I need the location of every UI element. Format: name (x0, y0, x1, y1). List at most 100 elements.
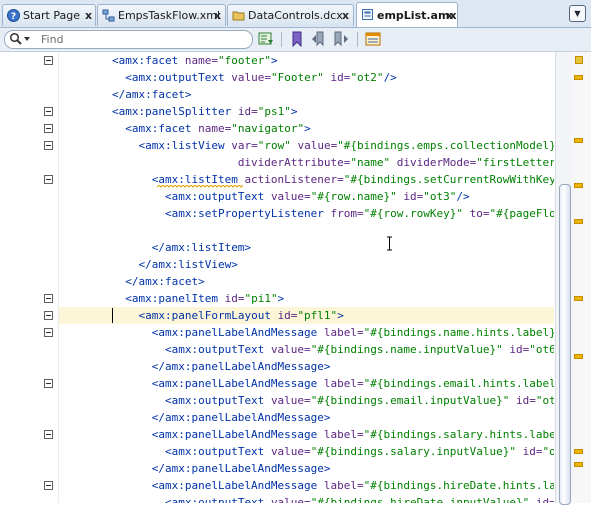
search-options-icon[interactable] (258, 31, 274, 47)
toolbar-separator (281, 32, 282, 47)
tab-start-page[interactable]: ? Start Page x (2, 4, 96, 26)
tab-emplist-amx[interactable]: empList.amx x (356, 2, 458, 27)
search-icon[interactable] (9, 32, 23, 46)
code-line[interactable]: <amx:facet name="navigator"> (59, 120, 554, 137)
tab-close-button[interactable]: x (342, 5, 349, 26)
overview-marker[interactable] (574, 296, 583, 301)
overview-ruler[interactable] (572, 52, 591, 503)
code-line[interactable]: </amx:facet> (59, 273, 554, 290)
overview-marker[interactable] (574, 219, 583, 224)
code-line[interactable]: <amx:facet name="footer"> (59, 52, 554, 69)
code-token: <amx:panelLabelAndMessage (151, 428, 324, 441)
vertical-scrollbar[interactable] (555, 52, 573, 505)
code-token: "#{bindings.name.hints.label} (363, 326, 554, 339)
code-token: <amx:outputText (164, 496, 271, 503)
find-box (4, 30, 253, 49)
previous-bookmark-icon[interactable] (311, 31, 327, 47)
find-input[interactable] (41, 32, 241, 46)
code-line[interactable]: <amx:panelLabelAndMessage label="#{bindi… (59, 426, 554, 443)
code-token: <amx:panelSplitter (111, 105, 238, 118)
fold-toggle-icon[interactable] (44, 328, 53, 337)
tab-close-button[interactable]: x (214, 5, 221, 26)
bookmark-icon[interactable] (289, 31, 305, 47)
code-token: > (304, 122, 311, 135)
overview-marker[interactable] (574, 449, 583, 454)
code-line[interactable]: </amx:listView> (59, 256, 554, 273)
code-token: <amx:panelItem (125, 292, 225, 305)
scrollbar-thumb[interactable] (559, 184, 571, 505)
tab-label: DataControls.dcx (248, 9, 343, 22)
code-editor[interactable]: <amx:facet name="footer"> <amx:outputTex… (59, 52, 554, 503)
tab-close-button[interactable]: x (446, 5, 453, 26)
next-bookmark-icon[interactable] (333, 31, 349, 47)
code-token: <amx:panelLabelAndMessage (151, 377, 324, 390)
code-token: </amx:listView> (138, 258, 238, 271)
fold-toggle-icon[interactable] (44, 379, 53, 388)
code-line[interactable]: <amx:setPropertyListener from="#{row.row… (59, 205, 554, 222)
code-line[interactable]: <amx:panelFormLayout id="pfl1"> (59, 307, 554, 324)
code-line[interactable] (59, 222, 554, 239)
search-options-chevron-icon[interactable] (24, 37, 30, 41)
overview-marker[interactable] (574, 183, 583, 188)
code-token: </amx:panelLabelAndMessage> (151, 360, 331, 373)
code-token: "row" (257, 139, 291, 152)
overview-marker[interactable] (574, 354, 583, 359)
tab-list-dropdown-button[interactable]: ▼ (569, 5, 586, 22)
fold-toggle-icon[interactable] (44, 294, 53, 303)
code-line[interactable]: </amx:listItem> (59, 239, 554, 256)
code-token: id= (237, 105, 258, 118)
editor-gutter[interactable] (0, 52, 59, 503)
code-line[interactable]: <amx:panelLabelAndMessage label="#{bindi… (59, 375, 554, 392)
tab-data-controls[interactable]: DataControls.dcx x (227, 4, 354, 26)
code-line[interactable]: </amx:panelLabelAndMessage> (59, 409, 554, 426)
fold-toggle-icon[interactable] (44, 430, 53, 439)
code-line[interactable]: <amx:listView var="row" value="#{binding… (59, 137, 554, 154)
fold-toggle-icon[interactable] (44, 481, 53, 490)
code-token: <amx:outputText (164, 394, 271, 407)
code-token: "#{bindings.hireDate.hints.la (363, 479, 554, 492)
code-line[interactable]: dividerAttribute="name" dividerMode="fir… (59, 154, 554, 171)
overview-status-marker[interactable] (575, 56, 583, 64)
code-token: "#{bindings.salary.hints.labe (363, 428, 554, 441)
code-token: id= (277, 309, 298, 322)
code-line[interactable]: <amx:outputText value="#{bindings.salary… (59, 443, 554, 460)
overview-marker[interactable] (574, 462, 583, 467)
code-line[interactable]: <amx:outputText value="#{bindings.hireDa… (59, 494, 554, 503)
svg-text:?: ? (11, 12, 16, 22)
fold-toggle-icon[interactable] (44, 141, 53, 150)
code-token: "ot3" (423, 190, 457, 203)
code-token: "o (542, 445, 555, 458)
layout-icon[interactable] (365, 31, 381, 47)
fold-toggle-icon[interactable] (44, 311, 53, 320)
code-line[interactable]: <amx:outputText value="#{bindings.email.… (59, 392, 554, 409)
code-line[interactable]: </amx:panelLabelAndMessage> (59, 358, 554, 375)
fold-toggle-icon[interactable] (44, 107, 53, 116)
code-line[interactable]: <amx:outputText value="#{bindings.name.i… (59, 341, 554, 358)
code-line[interactable]: </amx:facet> (59, 86, 554, 103)
fold-toggle-icon[interactable] (44, 124, 53, 133)
code-token: dividerAttribute= (237, 156, 351, 169)
fold-toggle-icon[interactable] (44, 175, 53, 184)
tab-close-button[interactable]: x (85, 5, 92, 26)
toolbar-separator (357, 32, 358, 47)
code-token: "pi1" (244, 292, 278, 305)
code-line[interactable]: <amx:outputText value="#{row.name}" id="… (59, 188, 554, 205)
overview-marker[interactable] (574, 138, 583, 143)
amx-file-icon (362, 9, 373, 20)
code-line[interactable]: <amx:listItem actionListener="#{bindings… (59, 171, 554, 188)
code-line[interactable]: <amx:panelLabelAndMessage label="#{bindi… (59, 324, 554, 341)
code-line[interactable]: </amx:panelLabelAndMessage> (59, 460, 554, 477)
code-token: <amx:panelLabelAndMessage (151, 326, 324, 339)
code-line[interactable]: <amx:panelLabelAndMessage label="#{bindi… (59, 477, 554, 494)
tab-emps-task-flow[interactable]: EmpsTaskFlow.xml x (97, 4, 226, 26)
fold-toggle-icon[interactable] (44, 56, 53, 65)
code-line[interactable]: <amx:panelSplitter id="ps1"> (59, 103, 554, 120)
code-line[interactable]: <amx:panelItem id="pi1"> (59, 290, 554, 307)
code-line[interactable]: <amx:outputText value="Footer" id="ot2"/… (59, 69, 554, 86)
overview-marker[interactable] (574, 75, 583, 80)
